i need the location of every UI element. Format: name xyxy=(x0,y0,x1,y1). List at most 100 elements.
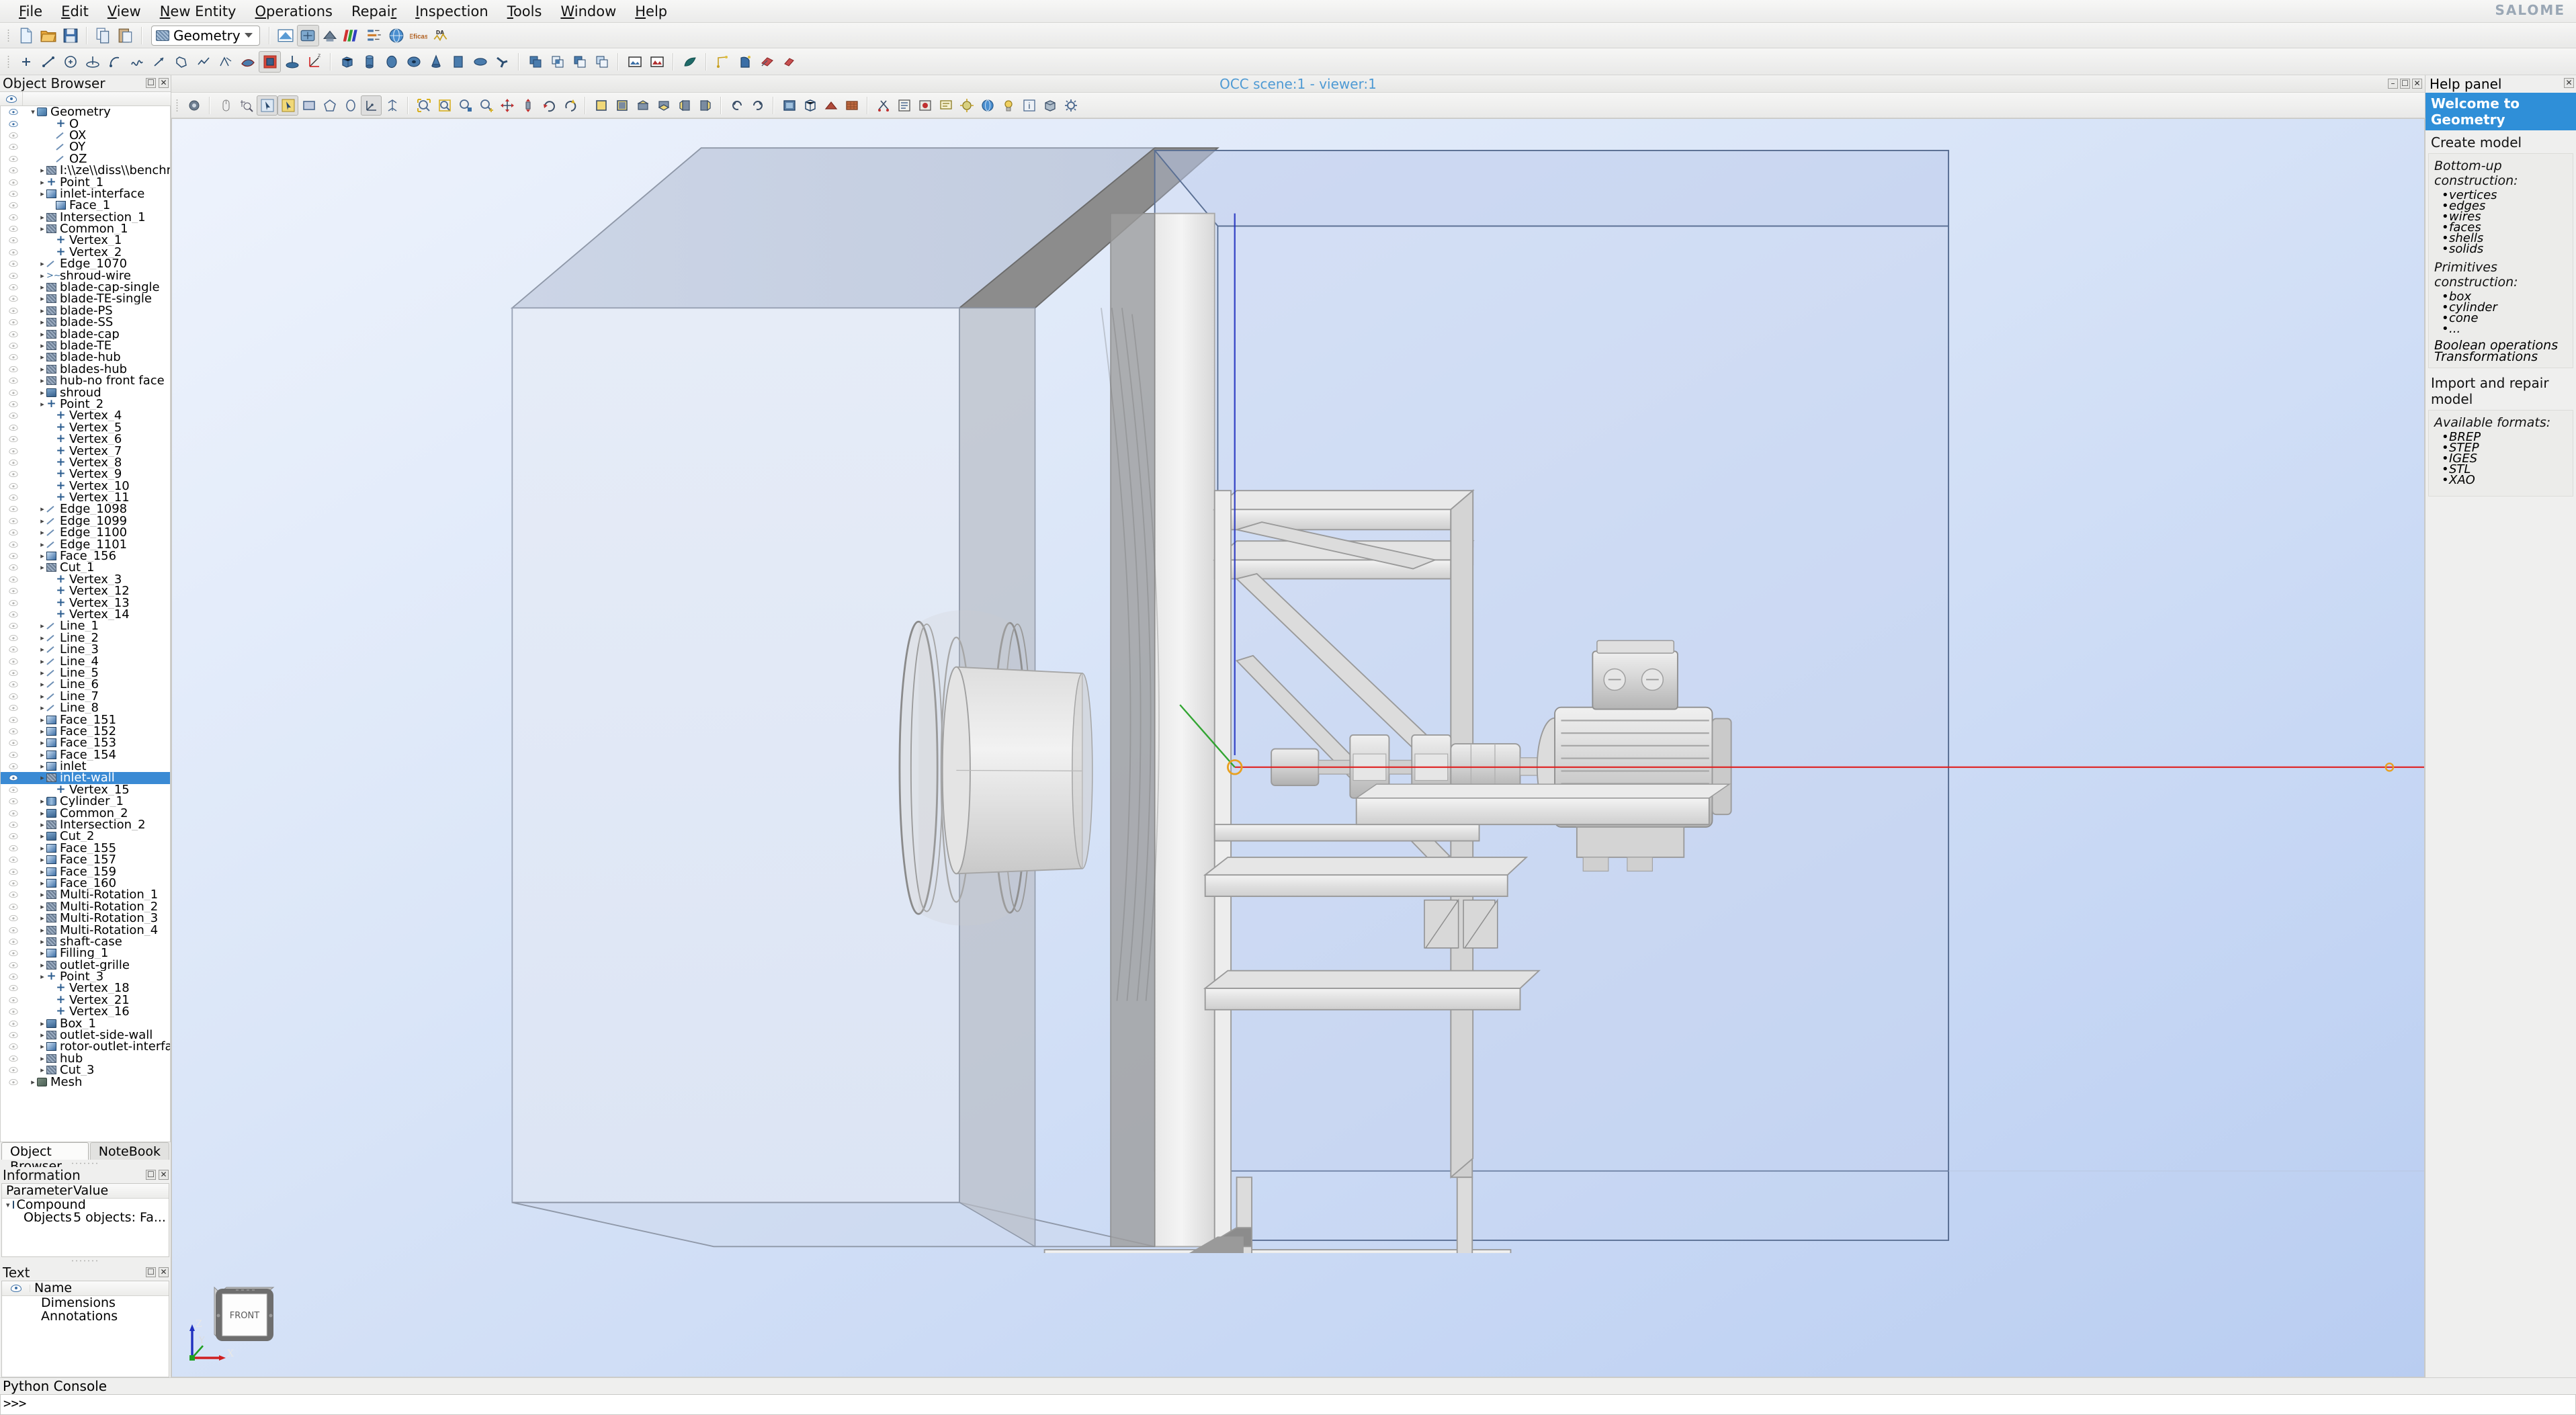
close-icon[interactable]: ✕ xyxy=(159,1267,169,1277)
tree-item-edge-1101[interactable]: Edge_1101 xyxy=(1,538,170,550)
module-selector[interactable]: Geometry xyxy=(151,25,260,46)
back-view-icon[interactable] xyxy=(611,95,632,116)
menu-edit[interactable]: Edit xyxy=(52,1,98,22)
tree-item-geometry[interactable]: Geometry xyxy=(1,106,170,118)
visibility-toggle[interactable] xyxy=(2,237,25,244)
tree-item-face-153[interactable]: Face_153 xyxy=(1,737,170,748)
visibility-toggle[interactable] xyxy=(2,167,25,174)
zoom-fit-selection-icon[interactable] xyxy=(476,95,497,116)
clockwise-icon[interactable] xyxy=(747,95,768,116)
tab-object-browser[interactable]: Object Browser xyxy=(1,1142,89,1174)
chevron-right-icon[interactable] xyxy=(38,889,46,900)
visibility-toggle[interactable] xyxy=(2,832,25,840)
tree-item-edge-1070[interactable]: Edge_1070 xyxy=(1,258,170,269)
tree-item-vertex-14[interactable]: Vertex_14 xyxy=(1,609,170,620)
pipe-icon[interactable] xyxy=(491,51,513,73)
tree-item-line-6[interactable]: Line_6 xyxy=(1,679,170,690)
tree-item-vertex-13[interactable]: Vertex_13 xyxy=(1,597,170,609)
chevron-right-icon[interactable] xyxy=(38,351,46,363)
boolean-cut-icon[interactable] xyxy=(568,51,591,73)
viewer-toolbar-grip[interactable] xyxy=(174,97,181,114)
free-rotation-icon[interactable] xyxy=(559,95,580,116)
wireframe-icon[interactable] xyxy=(800,95,820,116)
tree-item-blade-hub[interactable]: blade-hub xyxy=(1,351,170,363)
tree-item-i-ze-diss-benchm[interactable]: I:\\ze\\diss\\benchm xyxy=(1,165,170,176)
menu-tools[interactable]: Tools xyxy=(498,1,552,22)
tree-item-box-1[interactable]: Box_1 xyxy=(1,1017,170,1029)
visibility-toggle[interactable] xyxy=(2,1055,25,1062)
tree-item-edge-1098[interactable]: Edge_1098 xyxy=(1,503,170,515)
menu-view[interactable]: View xyxy=(98,1,151,22)
ray-tracing-icon[interactable] xyxy=(956,95,977,116)
selection-filter-icon[interactable] xyxy=(236,95,257,116)
tree-item-face-155[interactable]: Face_155 xyxy=(1,843,170,854)
cone-icon[interactable] xyxy=(425,51,447,73)
fit-all-icon[interactable] xyxy=(413,95,434,116)
light-source-icon[interactable] xyxy=(998,95,1019,116)
visibility-toggle[interactable] xyxy=(2,938,25,945)
tree-item-vertex-15[interactable]: Vertex_15 xyxy=(1,784,170,796)
visibility-toggle[interactable] xyxy=(2,459,25,466)
maximize-icon[interactable]: ☐ xyxy=(2400,79,2410,89)
tree-item-vertex-6[interactable]: Vertex_6 xyxy=(1,433,170,445)
picture-export-icon[interactable] xyxy=(646,51,668,73)
chevron-right-icon[interactable] xyxy=(38,165,46,176)
chevron-right-icon[interactable] xyxy=(38,177,46,188)
visibility-toggle[interactable] xyxy=(2,470,25,478)
menu-new-entity[interactable]: New Entity xyxy=(151,1,246,22)
top-view-icon[interactable] xyxy=(632,95,653,116)
visibility-toggle[interactable] xyxy=(2,143,25,151)
visibility-toggle[interactable] xyxy=(2,856,25,863)
boolean-fuse-icon[interactable] xyxy=(524,51,546,73)
chevron-right-icon[interactable] xyxy=(38,293,46,304)
menu-file[interactable]: File xyxy=(9,1,52,22)
chevron-right-icon[interactable] xyxy=(38,830,46,842)
visibility-toggle[interactable] xyxy=(2,179,25,186)
tree-item-vertex-3[interactable]: Vertex_3 xyxy=(1,574,170,585)
line-icon[interactable] xyxy=(37,51,59,73)
visibility-toggle[interactable] xyxy=(2,214,25,221)
tree-item-vertex-12[interactable]: Vertex_12 xyxy=(1,585,170,597)
tree-item-blade-cap-single[interactable]: blade-cap-single xyxy=(1,282,170,293)
scene-tree-icon[interactable] xyxy=(894,95,914,116)
tree-item-face-157[interactable]: Face_157 xyxy=(1,854,170,865)
tree-item-vertex-9[interactable]: Vertex_9 xyxy=(1,468,170,480)
chevron-right-icon[interactable] xyxy=(38,1029,46,1041)
visibility-toggle[interactable] xyxy=(2,400,25,408)
visibility-toggle[interactable] xyxy=(2,622,25,630)
tree-item-intersection-2[interactable]: Intersection_2 xyxy=(1,819,170,830)
chevron-right-icon[interactable] xyxy=(38,772,46,783)
isoline-icon[interactable] xyxy=(214,51,237,73)
tree-item-vertex-7[interactable]: Vertex_7 xyxy=(1,445,170,457)
tree-item-vertex-5[interactable]: Vertex_5 xyxy=(1,422,170,433)
chevron-right-icon[interactable] xyxy=(38,667,46,679)
tree-item-line-3[interactable]: Line_3 xyxy=(1,644,170,655)
chevron-right-icon[interactable] xyxy=(38,971,46,982)
vector-axes-icon[interactable]: Z xyxy=(303,51,325,73)
visibility-toggle[interactable] xyxy=(2,599,25,607)
global-pan-icon[interactable] xyxy=(517,95,538,116)
tab-notebook[interactable]: NoteBook xyxy=(89,1142,169,1160)
chevron-right-icon[interactable] xyxy=(38,702,46,714)
tree-item-vertex-16[interactable]: Vertex_16 xyxy=(1,1006,170,1017)
object-browser-tree[interactable]: GeometryOOXOYOZI:\\ze\\diss\\benchmPoint… xyxy=(0,106,171,1142)
tree-item-outlet-side-wall[interactable]: outlet-side-wall xyxy=(1,1029,170,1041)
tree-item-blades-hub[interactable]: blades-hub xyxy=(1,363,170,375)
chevron-right-icon[interactable] xyxy=(38,656,46,667)
polygon-select-icon[interactable] xyxy=(319,95,340,116)
visibility-toggle[interactable] xyxy=(2,1043,25,1050)
close-icon[interactable]: ✕ xyxy=(2564,78,2574,88)
revolution-icon[interactable] xyxy=(734,51,756,73)
chevron-right-icon[interactable] xyxy=(38,375,46,386)
visibility-toggle[interactable] xyxy=(2,517,25,525)
plane-icon[interactable] xyxy=(259,50,281,73)
filling-icon[interactable] xyxy=(679,51,701,73)
jobmanager-icon[interactable] xyxy=(386,25,408,46)
chevron-right-icon[interactable] xyxy=(38,737,46,748)
occ-3d-viewport[interactable]: FRONT Z X Y xyxy=(171,118,2425,1377)
chevron-right-icon[interactable] xyxy=(38,539,46,550)
anticlockwise-icon[interactable] xyxy=(726,95,747,116)
ellipse-select-icon[interactable] xyxy=(340,95,361,116)
visibility-toggle[interactable] xyxy=(2,786,25,794)
chevron-right-icon[interactable] xyxy=(38,1064,46,1076)
